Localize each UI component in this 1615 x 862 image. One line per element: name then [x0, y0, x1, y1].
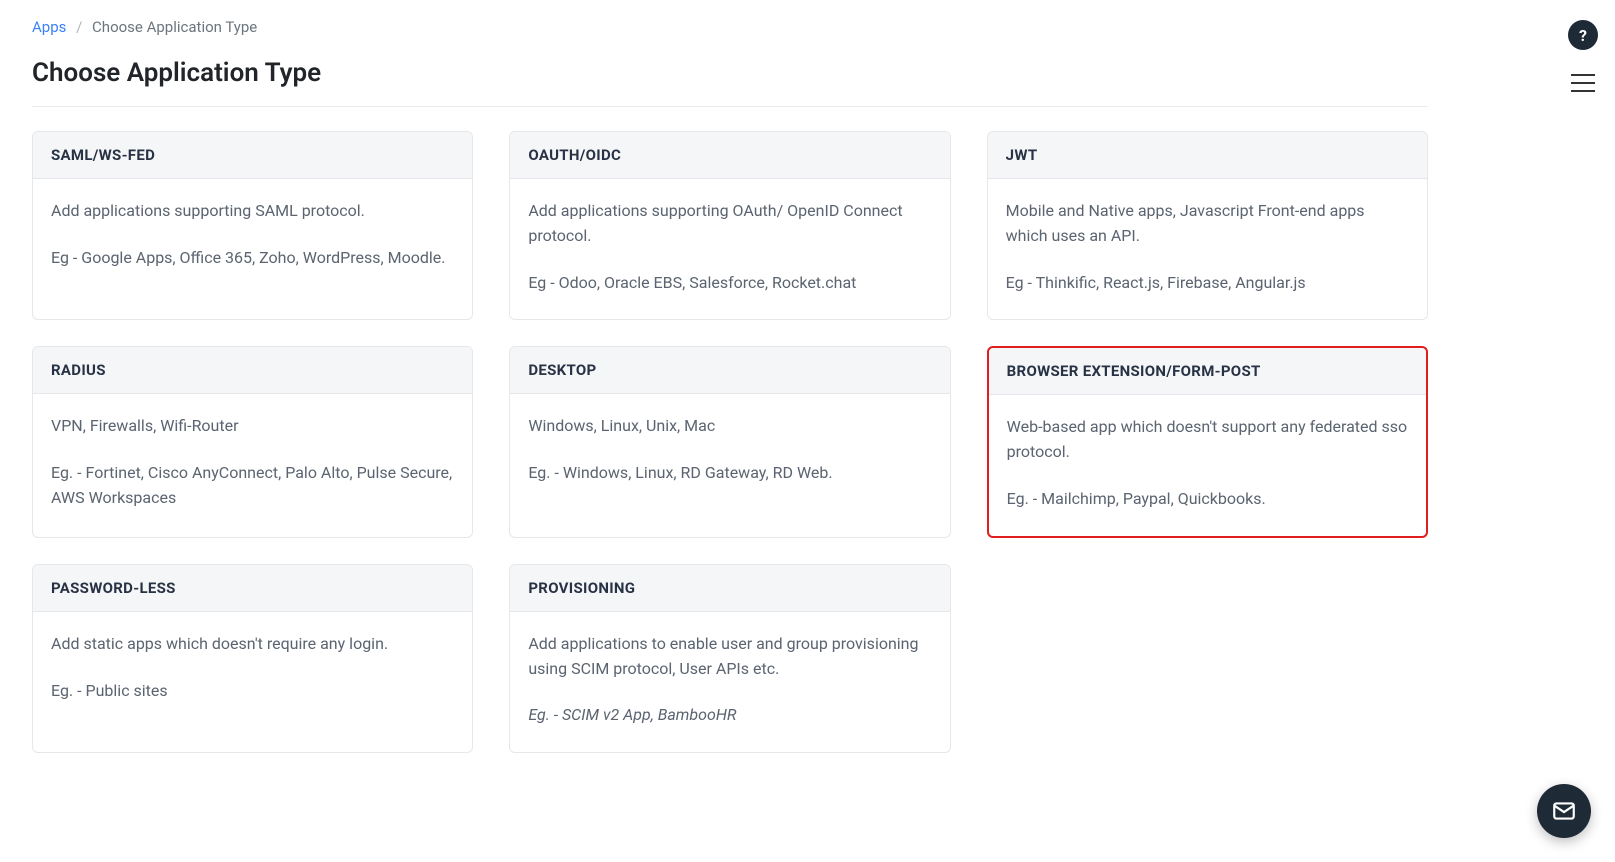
card-title: DESKTOP — [510, 347, 949, 394]
card-title: JWT — [988, 132, 1427, 179]
card-title: RADIUS — [33, 347, 472, 394]
card-title: PASSWORD-LESS — [33, 565, 472, 612]
card-body: Windows, Linux, Unix, Mac Eg. - Windows, … — [510, 394, 949, 510]
card-example: Eg. - Windows, Linux, RD Gateway, RD Web… — [528, 461, 931, 486]
card-description: VPN, Firewalls, Wifi-Router — [51, 414, 454, 439]
app-type-card[interactable]: SAML/WS-FED Add applications supporting S… — [32, 131, 473, 320]
app-type-card[interactable]: BROWSER EXTENSION/FORM-POST Web-based app… — [987, 346, 1428, 537]
app-type-card[interactable]: PASSWORD-LESS Add static apps which doesn… — [32, 564, 473, 753]
card-description: Mobile and Native apps, Javascript Front… — [1006, 199, 1409, 249]
help-icon[interactable]: ? — [1568, 20, 1598, 50]
card-title: SAML/WS-FED — [33, 132, 472, 179]
app-type-card[interactable]: PROVISIONING Add applications to enable u… — [509, 564, 950, 753]
card-description: Add applications supporting SAML protoco… — [51, 199, 454, 224]
chat-fab-button[interactable] — [1537, 784, 1591, 838]
card-description: Web-based app which doesn't support any … — [1007, 415, 1408, 465]
app-type-card[interactable]: OAUTH/OIDC Add applications supporting OA… — [509, 131, 950, 320]
card-body: Add applications supporting SAML protoco… — [33, 179, 472, 295]
card-example: Eg - Odoo, Oracle EBS, Salesforce, Rocke… — [528, 271, 931, 296]
card-description: Add applications to enable user and grou… — [528, 632, 931, 682]
app-type-card[interactable]: DESKTOP Windows, Linux, Unix, Mac Eg. - Wi… — [509, 346, 950, 537]
breadcrumb-root-link[interactable]: Apps — [32, 18, 66, 36]
card-body: Add applications to enable user and grou… — [510, 612, 949, 752]
card-body: Mobile and Native apps, Javascript Front… — [988, 179, 1427, 319]
card-body: Web-based app which doesn't support any … — [989, 395, 1426, 535]
breadcrumb-separator: / — [76, 18, 82, 36]
title-divider — [32, 106, 1428, 107]
card-body: Add applications supporting OAuth/ OpenI… — [510, 179, 949, 319]
card-body: VPN, Firewalls, Wifi-Router Eg. - Fortine… — [33, 394, 472, 534]
right-side-rail: ? — [1551, 0, 1615, 862]
card-title: OAUTH/OIDC — [510, 132, 949, 179]
card-example: Eg. - SCIM v2 App, BambooHR — [528, 703, 931, 728]
app-type-card[interactable]: JWT Mobile and Native apps, Javascript Fr… — [987, 131, 1428, 320]
page-title: Choose Application Type — [32, 58, 1428, 88]
breadcrumb: Apps / Choose Application Type — [32, 18, 1428, 36]
card-example: Eg - Thinkific, React.js, Firebase, Angu… — [1006, 271, 1409, 296]
card-title: PROVISIONING — [510, 565, 949, 612]
app-type-grid: SAML/WS-FED Add applications supporting S… — [32, 131, 1428, 753]
card-example: Eg. - Public sites — [51, 679, 454, 704]
app-type-card[interactable]: RADIUS VPN, Firewalls, Wifi-Router Eg. - F… — [32, 346, 473, 537]
mail-icon — [1551, 798, 1577, 824]
card-title: BROWSER EXTENSION/FORM-POST — [989, 348, 1426, 395]
card-description: Add applications supporting OAuth/ OpenI… — [528, 199, 931, 249]
card-example: Eg. - Fortinet, Cisco AnyConnect, Palo A… — [51, 461, 454, 511]
card-body: Add static apps which doesn't require an… — [33, 612, 472, 728]
hamburger-menu-icon[interactable] — [1571, 74, 1595, 92]
card-example: Eg - Google Apps, Office 365, Zoho, Word… — [51, 246, 454, 271]
card-description: Windows, Linux, Unix, Mac — [528, 414, 931, 439]
breadcrumb-current: Choose Application Type — [92, 18, 257, 36]
card-description: Add static apps which doesn't require an… — [51, 632, 454, 657]
card-example: Eg. - Mailchimp, Paypal, Quickbooks. — [1007, 487, 1408, 512]
